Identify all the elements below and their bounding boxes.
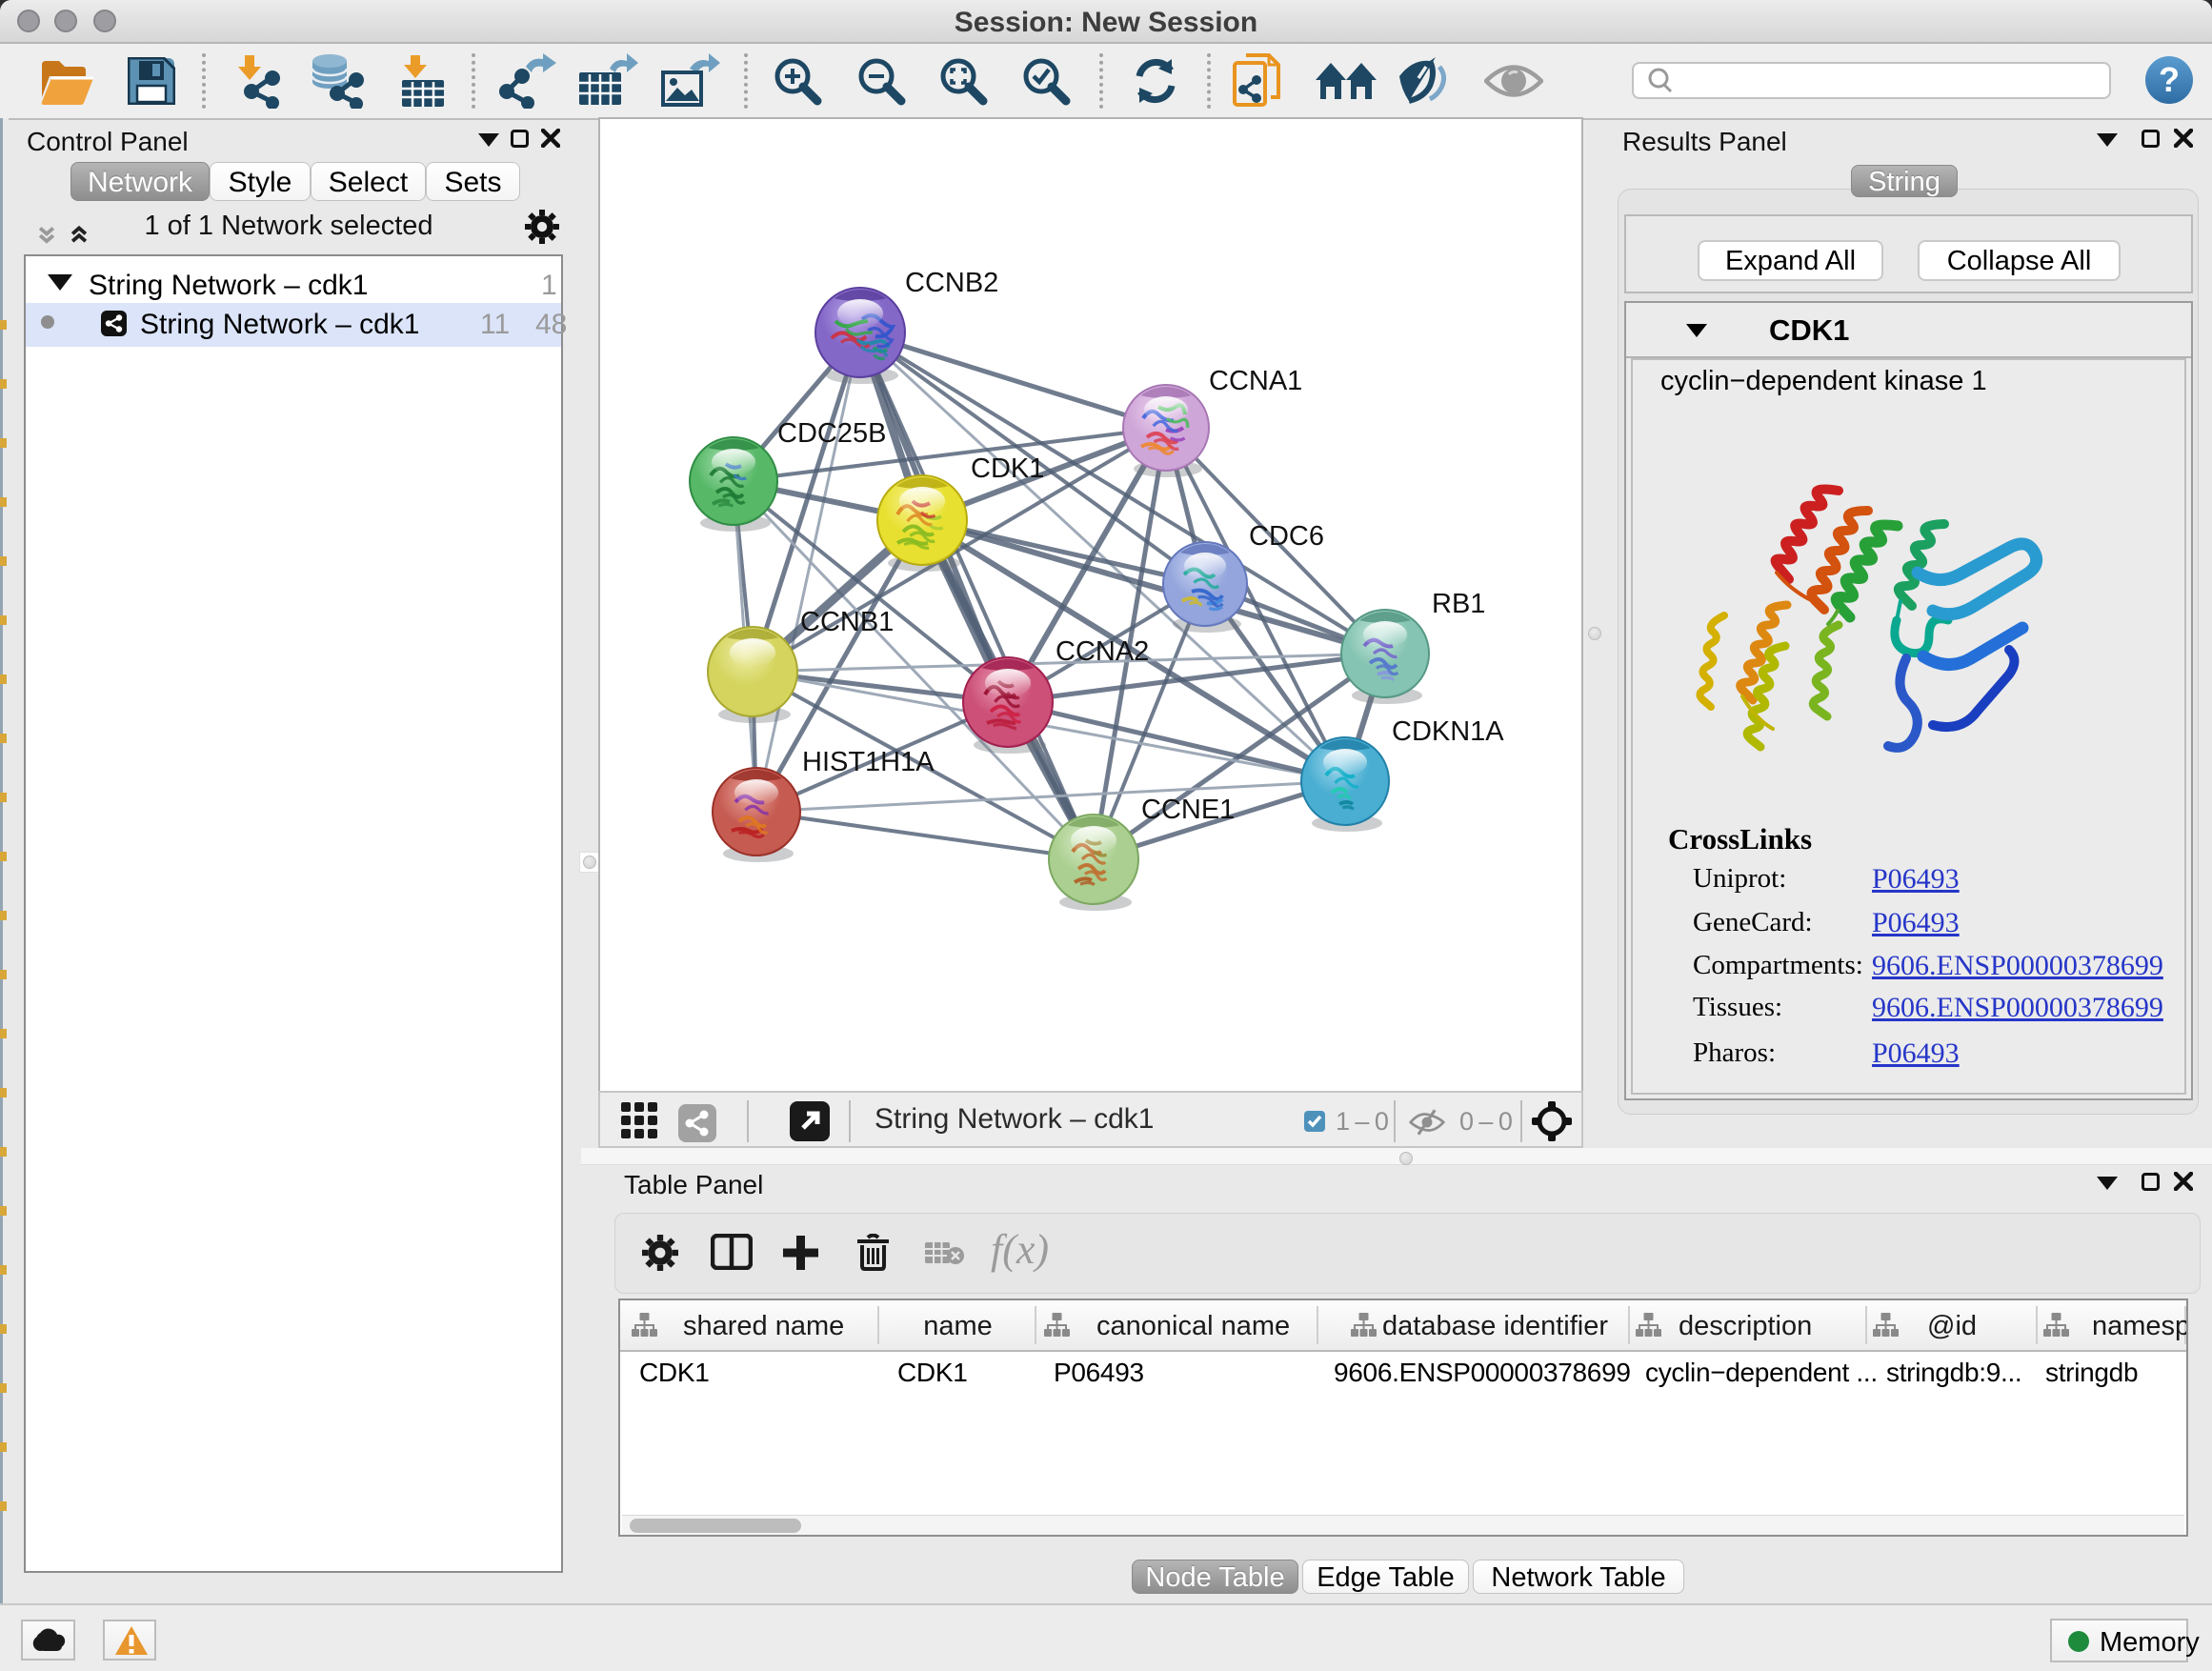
svg-text:CDKN1A: CDKN1A	[1392, 716, 1504, 747]
svg-text:HIST1H1A: HIST1H1A	[802, 747, 935, 777]
svg-text:RB1: RB1	[1432, 589, 1485, 619]
svg-text:CCNB1: CCNB1	[800, 607, 894, 637]
svg-text:CCNB2: CCNB2	[905, 268, 998, 298]
svg-text:CDC25B: CDC25B	[777, 418, 886, 449]
svg-text:CCNA2: CCNA2	[1056, 636, 1149, 667]
svg-text:CDK1: CDK1	[971, 453, 1044, 484]
svg-text:CDC6: CDC6	[1249, 521, 1324, 552]
svg-text:CCNA1: CCNA1	[1209, 366, 1302, 396]
svg-text:CCNE1: CCNE1	[1141, 795, 1235, 825]
